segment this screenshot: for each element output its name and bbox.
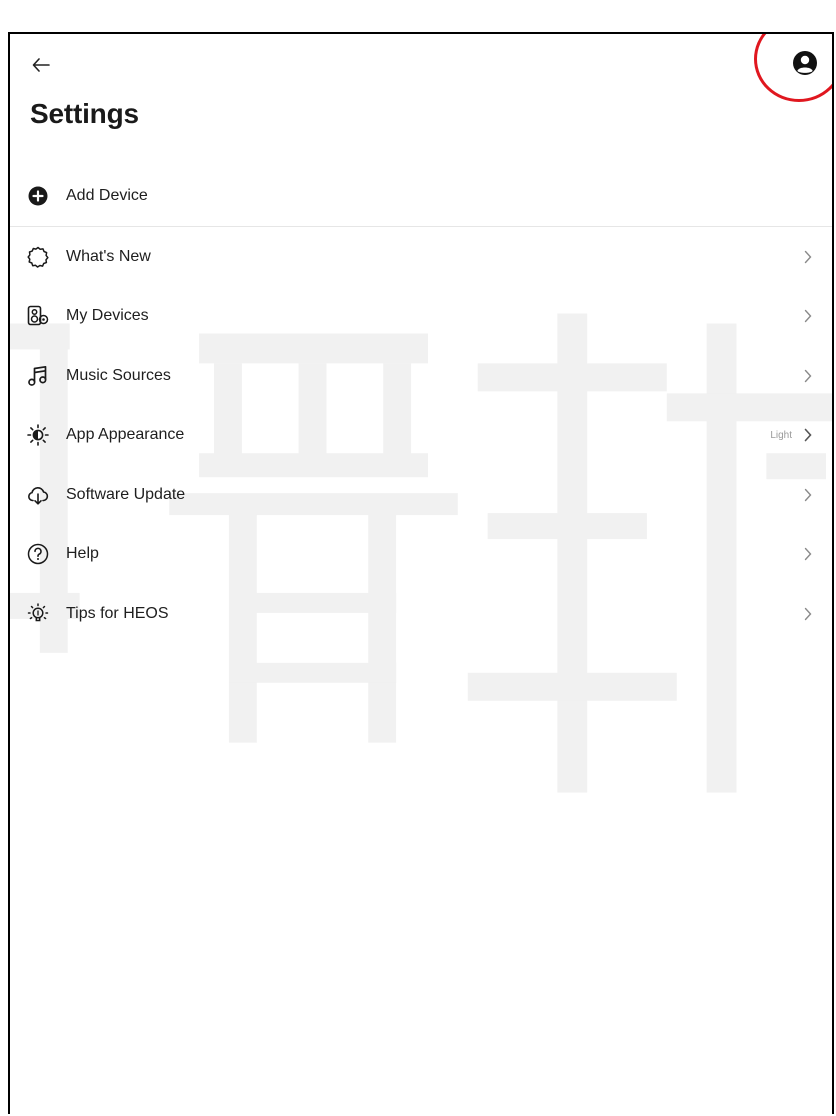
chevron-right-icon <box>804 369 814 383</box>
menu-item-my-devices[interactable]: My Devices <box>10 287 832 347</box>
menu-item-label: What's New <box>66 247 151 265</box>
menu-item-label: Add Device <box>66 187 148 204</box>
chevron-right-icon <box>804 607 814 621</box>
menu-item-label: Tips for HEOS <box>66 604 169 622</box>
chevron-right-icon <box>804 488 814 502</box>
settings-screen: Settings Add Device What's New My Device… <box>8 32 834 1114</box>
chevron-right-icon <box>804 547 814 561</box>
arrow-left-icon <box>32 58 50 72</box>
menu-item-label: Help <box>66 545 99 563</box>
account-button[interactable] <box>792 50 818 76</box>
settings-menu: Add Device What's New My Devices Music S… <box>10 166 832 644</box>
menu-item-music-sources[interactable]: Music Sources <box>10 346 832 406</box>
help-circle-icon <box>27 543 49 565</box>
music-note-icon <box>27 365 49 387</box>
account-circle-icon <box>793 51 817 75</box>
menu-item-help[interactable]: Help <box>10 525 832 585</box>
lightbulb-icon <box>27 603 49 625</box>
menu-item-label: App Appearance <box>66 426 185 444</box>
add-circle-icon <box>27 185 49 207</box>
menu-item-label: Software Update <box>66 485 186 503</box>
chevron-right-icon <box>804 428 814 442</box>
menu-item-label: My Devices <box>66 307 149 325</box>
menu-item-software-update[interactable]: Software Update <box>10 465 832 525</box>
menu-item-app-appearance[interactable]: App Appearance Light <box>10 406 832 466</box>
back-button[interactable] <box>30 54 52 76</box>
cloud-download-icon <box>27 484 49 506</box>
menu-item-label: Music Sources <box>66 366 171 384</box>
chevron-right-icon <box>804 250 814 264</box>
menu-item-add-device[interactable]: Add Device <box>10 166 832 227</box>
appearance-icon <box>27 424 49 447</box>
chevron-right-icon <box>804 309 814 323</box>
appearance-value: Light <box>770 429 792 441</box>
new-badge-icon <box>27 246 49 268</box>
menu-item-whats-new[interactable]: What's New <box>10 227 832 287</box>
page-title: Settings <box>30 98 139 129</box>
speaker-icon <box>27 305 49 327</box>
menu-item-tips-for-heos[interactable]: Tips for HEOS <box>10 584 832 644</box>
